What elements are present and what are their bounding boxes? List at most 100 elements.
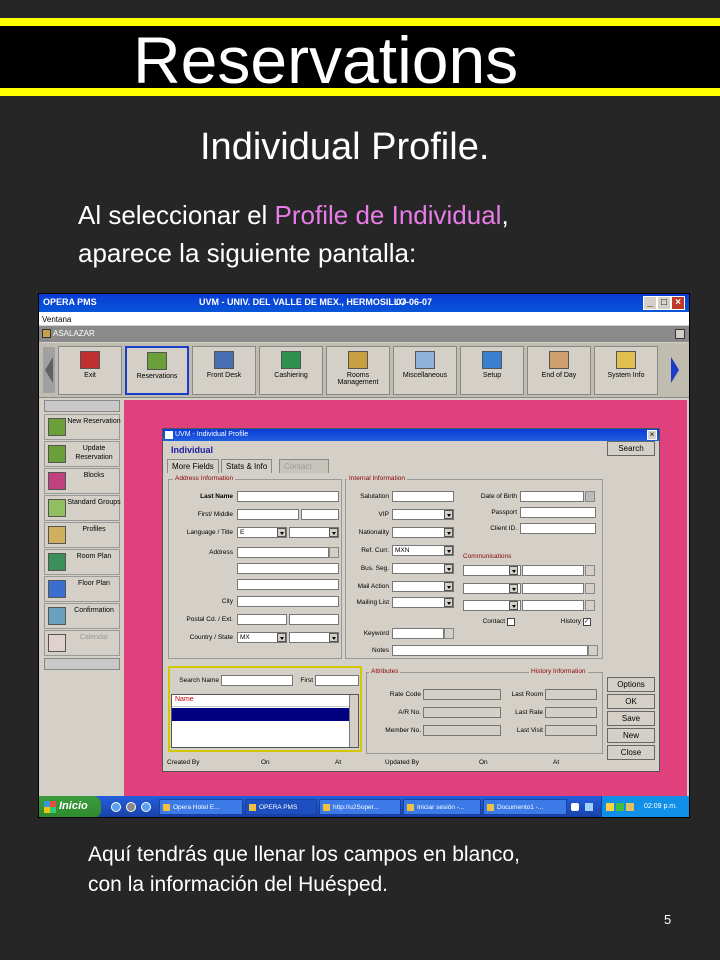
history-checkbox[interactable]: ✓ [583,618,591,626]
title-dropdown-icon[interactable] [329,528,338,537]
selected-row[interactable] [172,708,350,721]
left-menu-label: Profiles [82,526,106,533]
dob-field[interactable] [520,491,584,502]
desktop-quicklaunch-icon[interactable] [126,802,136,812]
update-reservation-button[interactable]: Update Reservation [44,441,120,467]
close-button[interactable]: × [671,296,685,310]
expand-tray-icon[interactable] [585,803,593,811]
task-iniciar-sesion[interactable]: Iniciar sesión -... [403,799,481,815]
postal-code-field[interactable] [237,614,287,625]
client-id-field[interactable] [520,523,596,534]
city-field[interactable] [237,596,339,607]
toolbar-cashiering-button[interactable]: Cashiering [259,346,323,395]
warning-tray-icon[interactable] [606,803,614,811]
toolbar-system-info-button[interactable]: System Info [594,346,658,395]
nationality-dropdown-icon[interactable] [444,528,453,537]
profiles-button[interactable]: Profiles [44,522,120,548]
dialog-title: UVM - Individual Profile [175,431,249,438]
left-menu-scroll-up[interactable] [44,400,120,412]
list-scrollbar[interactable] [349,695,358,747]
standard-groups-button[interactable]: Standard Groups [44,495,121,521]
toolbar-setup-button[interactable]: Setup [460,346,524,395]
maximize-button[interactable]: □ [657,296,671,310]
menu-ventana[interactable]: Ventana [39,312,689,325]
minimize-button[interactable]: _ [643,296,657,310]
comm-type3-dropdown-icon[interactable] [509,601,518,610]
comm-edit2-icon[interactable] [585,583,595,594]
notes-edit-icon[interactable] [588,645,598,656]
help-icon[interactable] [571,803,579,811]
room-plan-button[interactable]: Room Plan [44,549,120,575]
start-button[interactable]: Inicio [39,796,101,817]
mailing-list-dropdown-icon[interactable] [444,598,453,607]
options-button[interactable]: Options [607,677,655,692]
toolbar-front-desk-button[interactable]: Front Desk [192,346,256,395]
toolbar-scroll-left-icon[interactable] [43,347,55,393]
keyword-field[interactable] [392,628,444,639]
tab-more-fields[interactable]: More Fields [167,459,219,473]
state-dropdown-icon[interactable] [329,633,338,642]
address-line1-field[interactable] [237,547,329,558]
task-opera-hotel[interactable]: Opera Hotel E... [159,799,243,815]
floor-plan-button[interactable]: Floor Plan [44,576,120,602]
comm-value3-field[interactable] [522,600,584,611]
search-first-field[interactable] [315,675,359,686]
confirmation-button[interactable]: Confirmation [44,603,120,629]
blocks-button[interactable]: Blocks [44,468,120,494]
new-button[interactable]: New [607,728,655,743]
blocks-icon [48,472,66,490]
address-edit-icon[interactable] [329,547,339,558]
calendar-button[interactable]: Calendar [44,630,120,656]
restore-icon[interactable] [675,329,685,339]
middle-name-field[interactable] [301,509,339,520]
search-name-field[interactable] [221,675,293,686]
task-http[interactable]: http://u2Soper... [319,799,401,815]
search-results-list[interactable]: Name [171,694,359,748]
left-menu-scroll-down[interactable] [44,658,120,670]
toolbar-exit-button[interactable]: Exit [58,346,122,395]
comm-edit1-icon[interactable] [585,565,595,576]
salutation-field[interactable] [392,491,454,502]
passport-field[interactable] [520,507,596,518]
address-line3-field[interactable] [237,579,339,590]
keyword-edit-icon[interactable] [444,628,454,639]
task-documento1[interactable]: Documento1 -... [483,799,567,815]
task-opera-pms[interactable]: OPERA PMS [245,799,317,815]
tab-stats-info[interactable]: Stats & Info [221,459,273,473]
ie2-quicklaunch-icon[interactable] [141,802,151,812]
mail-action-dropdown-icon[interactable] [444,582,453,591]
last-name-field[interactable] [237,491,339,502]
close-dialog-button[interactable]: Close [607,745,655,760]
calendar-picker-icon[interactable] [585,491,595,502]
security-tray-icon[interactable] [626,803,634,811]
contact-checkbox[interactable] [507,618,515,626]
address-line2-field[interactable] [237,563,339,574]
new-reservation-button[interactable]: New Reservation [44,414,121,440]
postal-ext-field[interactable] [289,614,339,625]
ok-button[interactable]: OK [607,694,655,709]
bus-seg-dropdown-icon[interactable] [444,564,453,573]
comm-value2-field[interactable] [522,583,584,594]
notes-field[interactable] [392,645,588,656]
network-tray-icon[interactable] [616,803,624,811]
comm-edit3-icon[interactable] [585,600,595,611]
toolbar-end-of-day-button[interactable]: End of Day [527,346,591,395]
dialog-close-icon[interactable]: × [647,430,657,440]
toolbar-scroll-right-icon[interactable] [669,347,681,393]
tab-contact[interactable]: Contact [279,459,329,473]
attributes-label: Attributes [369,668,401,675]
vip-dropdown-icon[interactable] [444,510,453,519]
ref-curr-dropdown-icon[interactable] [444,546,453,555]
comm-type1-dropdown-icon[interactable] [509,566,518,575]
toolbar-rooms-management-button[interactable]: Rooms Management [326,346,390,395]
first-name-field[interactable] [237,509,299,520]
toolbar-reservations-button[interactable]: Reservations [125,346,189,395]
language-dropdown-icon[interactable] [277,528,286,537]
country-dropdown-icon[interactable] [277,633,286,642]
save-button[interactable]: Save [607,711,655,726]
comm-type2-dropdown-icon[interactable] [509,584,518,593]
toolbar-miscellaneous-button[interactable]: Miscellaneous [393,346,457,395]
search-button[interactable]: Search [607,441,655,456]
ie-quicklaunch-icon[interactable] [111,802,121,812]
comm-value1-field[interactable] [522,565,584,576]
